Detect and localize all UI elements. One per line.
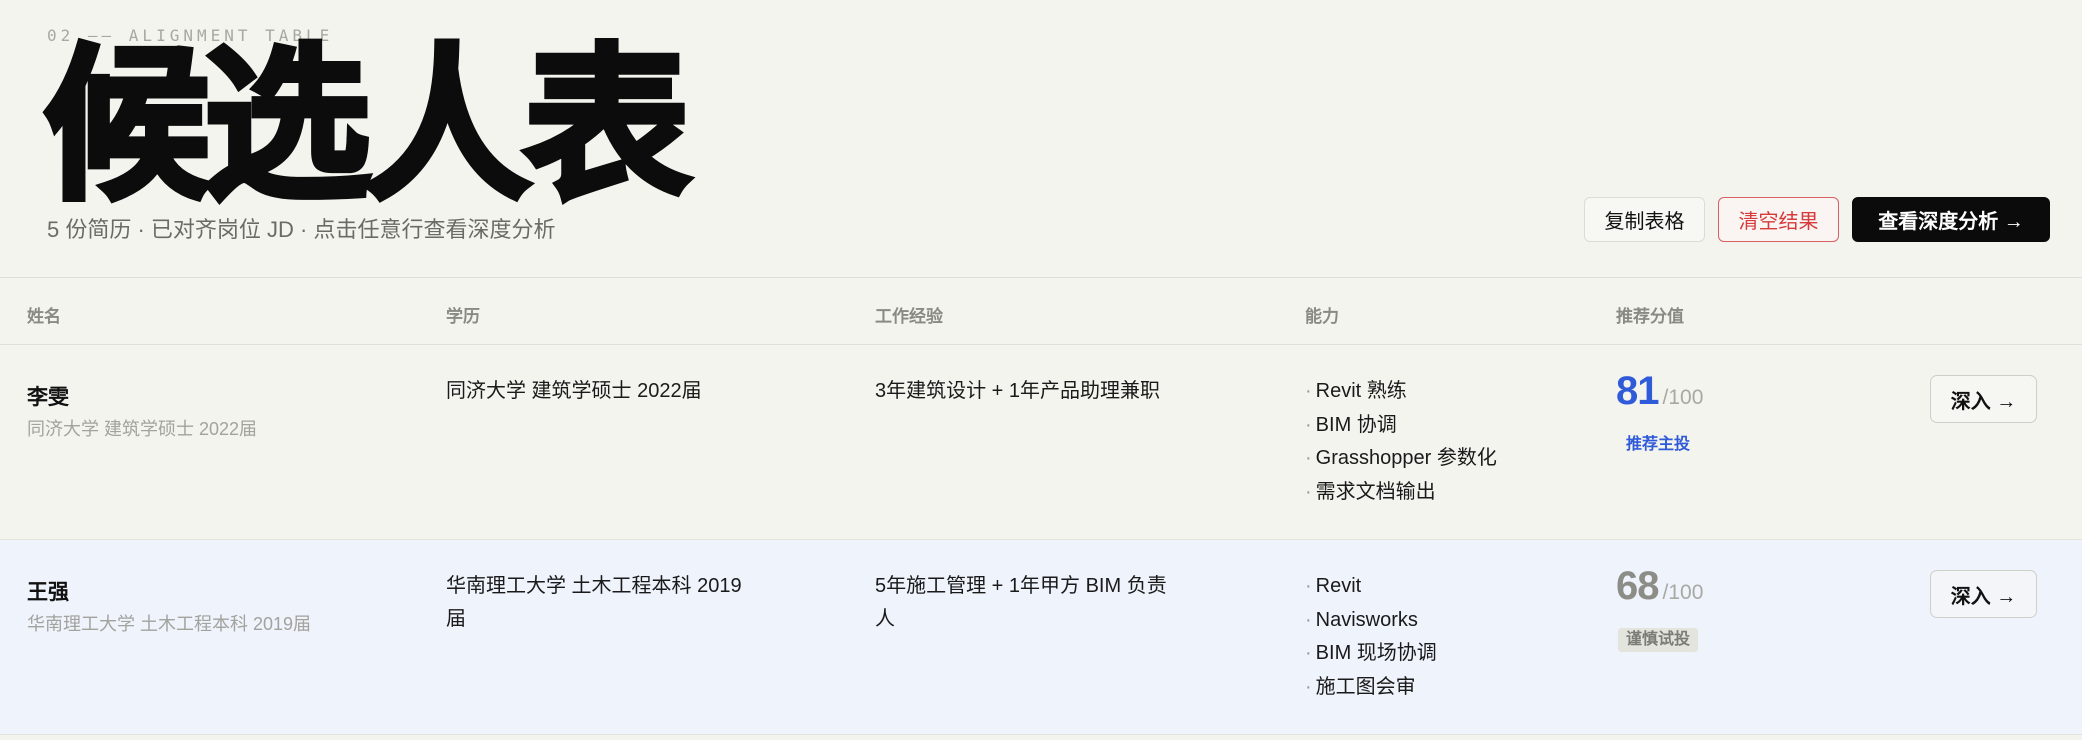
skill-item: · BIM 协调 bbox=[1305, 413, 1397, 436]
candidate-experience: 3年建筑设计 + 1年产品助理兼职 bbox=[875, 380, 1161, 402]
skill-item: · Grasshopper 参数化 bbox=[1305, 447, 1497, 469]
skill-item: · Revit 熟练 bbox=[1305, 380, 1407, 402]
skills-list: · Revit · Navisworks · BIM 现场协调 · 施工图会审 bbox=[1305, 570, 1437, 704]
bullet-icon: · bbox=[1305, 608, 1312, 631]
table-row[interactable]: 李雯 同济大学 建筑学硕士 2022届 同济大学 建筑学硕士 2022届 3年建… bbox=[0, 345, 2082, 540]
candidate-education: 华南理工大学 土木工程本科 2019届 bbox=[446, 575, 742, 630]
column-header-score[interactable]: 推荐分值 bbox=[1616, 302, 1684, 327]
column-header-experience[interactable]: 工作经验 bbox=[875, 302, 943, 327]
bullet-icon: · bbox=[1305, 480, 1312, 503]
score-value: 81 bbox=[1616, 369, 1659, 413]
dive-in-button[interactable]: 深入 → bbox=[1930, 375, 2037, 423]
skills-list: · Revit 熟练 · BIM 协调 · Grasshopper 参数化 · 需求文档… bbox=[1305, 375, 1497, 509]
table-header: 姓名 学历 工作经验 能力 推荐分值 bbox=[0, 277, 2082, 345]
bullet-icon: · bbox=[1305, 642, 1312, 664]
copy-table-button[interactable]: 复制表格 bbox=[1584, 197, 1705, 242]
score-value: 68 bbox=[1616, 564, 1659, 608]
status-badge: 推荐主投 bbox=[1626, 436, 1691, 453]
candidate-experience: 5年施工管理 + 1年甲方 BIM 负责人 bbox=[875, 575, 1167, 630]
skill-item: · BIM 现场协调 bbox=[1305, 642, 1437, 664]
page-title: 候选人表 bbox=[41, 34, 693, 219]
bullet-icon: · bbox=[1305, 675, 1312, 698]
column-header-name[interactable]: 姓名 bbox=[27, 302, 61, 327]
recommend-score: 68/100 bbox=[1616, 564, 1703, 609]
bullet-icon: · bbox=[1305, 447, 1312, 469]
candidate-summary: 同济大学 建筑学硕士 2022届 bbox=[27, 419, 258, 439]
candidate-summary: 华南理工大学 土木工程本科 2019届 bbox=[27, 614, 312, 634]
bullet-icon: · bbox=[1305, 575, 1312, 597]
candidate-education: 同济大学 建筑学硕士 2022届 bbox=[446, 380, 702, 402]
candidate-name: 王强 bbox=[27, 581, 69, 604]
recommend-score: 81/100 bbox=[1616, 369, 1703, 414]
score-max: /100 bbox=[1662, 386, 1704, 409]
skill-item: · Revit bbox=[1305, 575, 1362, 597]
bullet-icon: · bbox=[1305, 380, 1312, 402]
page-header: 02 —— ALIGNMENT TABLE 候选人表 5 份简历 · 已对齐岗位… bbox=[0, 0, 2082, 277]
column-header-skills[interactable]: 能力 bbox=[1305, 302, 1339, 327]
candidate-name: 李雯 bbox=[27, 386, 69, 409]
table-row[interactable]: 王强 华南理工大学 土木工程本科 2019届 华南理工大学 土木工程本科 201… bbox=[0, 540, 2082, 735]
clear-results-button[interactable]: 清空结果 bbox=[1718, 197, 1839, 242]
score-max: /100 bbox=[1662, 581, 1704, 604]
bullet-icon: · bbox=[1305, 413, 1312, 436]
skill-item: · Navisworks bbox=[1305, 608, 1418, 631]
skill-item: · 需求文档输出 bbox=[1305, 480, 1436, 503]
skill-item: · 施工图会审 bbox=[1305, 675, 1416, 698]
column-header-education[interactable]: 学历 bbox=[446, 302, 480, 327]
status-badge: 谨慎试投 bbox=[1618, 628, 1699, 652]
page-subtitle: 5 份简历 · 已对齐岗位 JD · 点击任意行查看深度分析 bbox=[47, 217, 556, 242]
dive-in-button[interactable]: 深入 → bbox=[1930, 570, 2037, 618]
view-deep-analysis-button[interactable]: 查看深度分析 → bbox=[1852, 197, 2050, 242]
